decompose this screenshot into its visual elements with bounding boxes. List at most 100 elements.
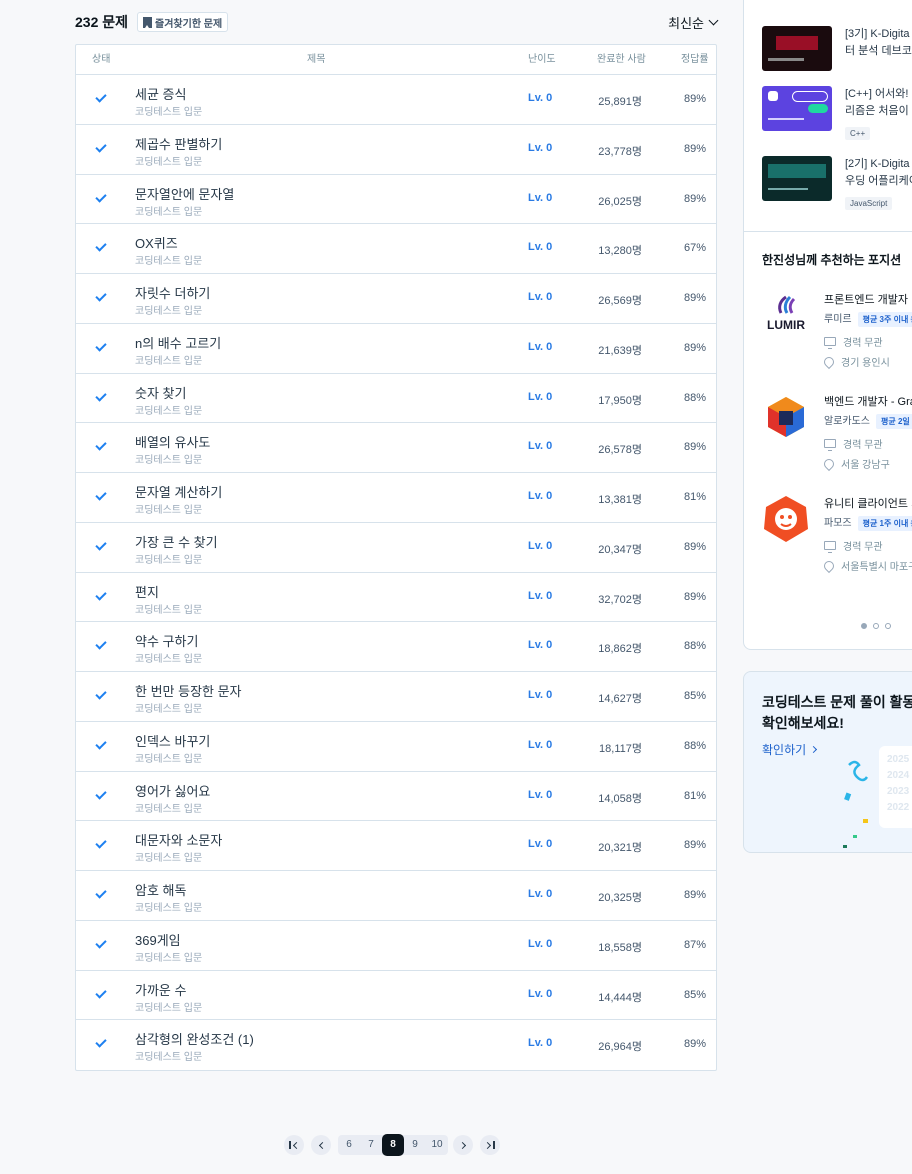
prev-page-button[interactable] <box>311 1135 331 1155</box>
table-row[interactable]: n의 배수 고르기 코딩테스트 입문 Lv. 0 21,639명 89% <box>76 324 716 374</box>
problem-title[interactable]: 삼각형의 완성조건 (1) <box>135 1029 254 1048</box>
done-count: 20,325명 <box>598 892 642 904</box>
problem-level: Lv. 0 <box>528 639 553 652</box>
page-number-button[interactable]: 10 <box>426 1135 448 1155</box>
course-title-line: [3기] K-Digita <box>845 28 910 40</box>
problem-title[interactable]: 가까운 수 <box>135 980 186 999</box>
problem-title[interactable]: 문자열 계산하기 <box>135 482 222 501</box>
problem-title[interactable]: 숫자 찾기 <box>135 383 186 402</box>
problem-part: 코딩테스트 입문 <box>135 803 203 815</box>
last-page-button[interactable] <box>480 1135 500 1155</box>
accuracy-rate: 88% <box>683 640 706 653</box>
chevron-right-icon <box>458 1141 466 1149</box>
carousel-dot[interactable] <box>873 623 879 629</box>
problem-title[interactable]: 세균 증식 <box>135 84 186 103</box>
problem-title[interactable]: 자릿수 더하기 <box>135 283 210 302</box>
table-row[interactable]: 369게임 코딩테스트 입문 Lv. 0 18,558명 87% <box>76 921 716 971</box>
response-badge: 평균 2일 이 <box>876 414 912 429</box>
header-done: 완료한 사람 <box>597 54 646 65</box>
problem-title[interactable]: 배열의 유사도 <box>135 432 210 451</box>
problem-title[interactable]: 한 번만 등장한 문자 <box>135 681 242 700</box>
table-row[interactable]: 배열의 유사도 코딩테스트 입문 Lv. 0 26,578명 89% <box>76 423 716 473</box>
page-number-button[interactable]: 6 <box>338 1135 360 1155</box>
problem-part: 코딩테스트 입문 <box>135 107 203 118</box>
table-row[interactable]: 약수 구하기 코딩테스트 입문 Lv. 0 18,862명 88% <box>76 622 716 672</box>
course-title: [3기] K-Digita 터 분석 데브코 <box>845 26 912 60</box>
list-header: 232 문제 즐겨찾기한 문제 최신순 <box>75 11 719 33</box>
problem-title[interactable]: 제곱수 판별하기 <box>135 134 222 153</box>
course-title: [2기] K-Digita 우딩 어플리케이 <box>845 156 912 190</box>
carousel-dot[interactable] <box>861 623 867 629</box>
page-number-button[interactable]: 9 <box>404 1135 426 1155</box>
problem-level: Lv. 0 <box>528 141 553 154</box>
check-icon <box>95 439 107 451</box>
page-number-button[interactable]: 8 <box>382 1134 404 1156</box>
page-number-button[interactable]: 7 <box>360 1135 382 1155</box>
problem-part: 코딩테스트 입문 <box>135 903 203 914</box>
problem-part: 코딩테스트 입문 <box>135 952 203 964</box>
check-icon <box>95 340 107 352</box>
table-row[interactable]: 편지 코딩테스트 입문 Lv. 0 32,702명 89% <box>76 573 716 623</box>
course-title-line: 터 분석 데브코 <box>845 45 912 57</box>
sort-label: 최신순 <box>668 15 704 31</box>
job-title: 백엔드 개발자 - Gra <box>824 396 912 408</box>
done-count: 26,025명 <box>598 195 642 208</box>
table-row[interactable]: 가까운 수 코딩테스트 입문 Lv. 0 14,444명 85% <box>76 971 716 1021</box>
problem-title[interactable]: 대문자와 소문자 <box>135 830 222 849</box>
problem-title[interactable]: 369게임 <box>135 930 181 949</box>
job-company: 알로카도스 평균 2일 이 <box>824 412 912 429</box>
table-row[interactable]: 대문자와 소문자 코딩테스트 입문 Lv. 0 20,321명 89% <box>76 821 716 871</box>
problem-title[interactable]: OX퀴즈 <box>135 233 178 252</box>
problem-title[interactable]: 편지 <box>135 582 159 601</box>
done-count: 20,347명 <box>598 543 642 556</box>
course-thumbnail <box>762 26 832 71</box>
table-row[interactable]: 숫자 찾기 코딩테스트 입문 Lv. 0 17,950명 88% <box>76 374 716 424</box>
table-row[interactable]: 제곱수 판별하기 코딩테스트 입문 Lv. 0 23,778명 89% <box>76 125 716 175</box>
done-count: 26,569명 <box>598 295 642 307</box>
table-row[interactable]: 삼각형의 완성조건 (1) 코딩테스트 입문 Lv. 0 26,964명 89% <box>76 1020 716 1070</box>
table-row[interactable]: 문자열 계산하기 코딩테스트 입문 Lv. 0 13,381명 81% <box>76 473 716 523</box>
first-page-button[interactable] <box>284 1135 304 1155</box>
table-row[interactable]: OX퀴즈 코딩테스트 입문 Lv. 0 13,280명 67% <box>76 224 716 274</box>
accuracy-rate: 89% <box>683 590 706 603</box>
promo-card: 코딩테스트 문제 풀이 활동 확인해보세요! 확인하기 2025 2024 20… <box>743 671 912 853</box>
problem-title[interactable]: 영어가 싫어요 <box>135 781 210 800</box>
table-row[interactable]: 암호 해독 코딩테스트 입문 Lv. 0 20,325명 89% <box>76 871 716 921</box>
favorites-filter-button[interactable]: 즐겨찾기한 문제 <box>137 12 229 32</box>
company-logo <box>762 495 810 543</box>
table-row[interactable]: 인덱스 바꾸기 코딩테스트 입문 Lv. 0 18,117명 88% <box>76 722 716 772</box>
check-icon <box>95 738 107 750</box>
accuracy-rate: 89% <box>683 839 706 852</box>
problem-title[interactable]: 문자열안에 문자열 <box>135 184 234 203</box>
check-icon <box>95 688 107 700</box>
table-row[interactable]: 영어가 싫어요 코딩테스트 입문 Lv. 0 14,058명 81% <box>76 772 716 822</box>
check-icon <box>95 1036 107 1048</box>
problem-title[interactable]: 암호 해독 <box>135 880 186 899</box>
check-icon <box>95 787 107 800</box>
problem-part: 코딩테스트 입문 <box>135 654 203 666</box>
job-title: 유니티 클라이언트 개 <box>824 498 912 510</box>
problem-title[interactable]: 인덱스 바꾸기 <box>135 731 210 750</box>
check-icon <box>95 837 107 849</box>
table-row[interactable]: 가장 큰 수 찾기 코딩테스트 입문 Lv. 0 20,347명 89% <box>76 523 716 573</box>
problem-title[interactable]: 약수 구하기 <box>135 631 198 650</box>
done-count: 18,117명 <box>599 742 642 755</box>
sort-dropdown[interactable]: 최신순 <box>668 11 719 33</box>
problem-title[interactable]: n의 배수 고르기 <box>135 333 221 352</box>
table-row[interactable]: 한 번만 등장한 문자 코딩테스트 입문 Lv. 0 14,627명 85% <box>76 672 716 722</box>
course-title-line: [2기] K-Digita <box>845 158 910 170</box>
location-text: 경기 용인시 <box>841 358 890 369</box>
table-row[interactable]: 자릿수 더하기 코딩테스트 입문 Lv. 0 26,569명 89% <box>76 274 716 324</box>
header-rate: 정답률 <box>681 54 709 65</box>
problem-title[interactable]: 가장 큰 수 찾기 <box>135 532 218 551</box>
carousel-dot[interactable] <box>885 623 891 629</box>
problem-level: Lv. 0 <box>528 191 553 204</box>
next-page-button[interactable] <box>453 1135 473 1155</box>
accuracy-rate: 85% <box>683 988 706 1001</box>
table-row[interactable]: 세균 증식 코딩테스트 입문 Lv. 0 25,891명 89% <box>76 75 716 125</box>
course-thumbnail <box>762 86 832 131</box>
table-row[interactable]: 문자열안에 문자열 코딩테스트 입문 Lv. 0 26,025명 89% <box>76 175 716 225</box>
first-page-bar-icon <box>289 1141 291 1149</box>
done-count: 17,950명 <box>598 394 642 407</box>
promo-link[interactable]: 확인하기 <box>762 741 818 758</box>
